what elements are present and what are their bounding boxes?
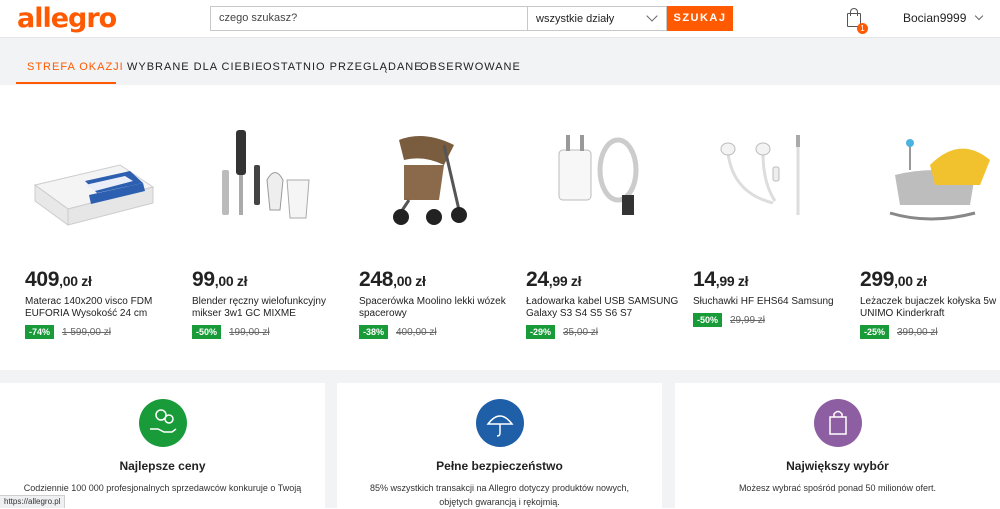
feature-description: 85% wszystkich transakcji na Allegro dot… bbox=[369, 483, 630, 507]
product-image-mattress bbox=[33, 164, 155, 226]
search-button[interactable]: SZUKAJ bbox=[667, 6, 733, 31]
product-price: 299,00 zł bbox=[860, 268, 927, 291]
old-price: 35,00 zł bbox=[563, 327, 599, 338]
discount-badge: -25% bbox=[860, 325, 890, 339]
product-card[interactable]: 299,00 zł Leżaczek bujaczek kołyska 5w U… bbox=[860, 85, 1000, 370]
chevron-down-icon bbox=[646, 10, 658, 22]
feature-title: Pełne bezpieczeństwo bbox=[436, 459, 563, 473]
product-card[interactable]: 248,00 zł Spacerówka Moolino lekki wózek… bbox=[359, 85, 519, 370]
chevron-down-icon bbox=[975, 11, 984, 21]
feature-card: Pełne bezpieczeństwo 85% wszystkich tran… bbox=[337, 383, 662, 508]
product-image-earphones bbox=[720, 135, 800, 215]
product-price: 409,00 zł bbox=[25, 268, 92, 291]
discount-badge: -50% bbox=[693, 313, 723, 327]
product-card[interactable]: 24,99 zł Ładowarka kabel USB SAMSUNG Gal… bbox=[526, 85, 686, 370]
product-image-charger bbox=[558, 135, 639, 215]
allegro-logo[interactable]: allegro bbox=[17, 3, 117, 34]
user-menu[interactable]: Bocian9999 bbox=[903, 11, 984, 25]
feature-description: Codziennie 100 000 profesjonalnych sprze… bbox=[23, 483, 302, 493]
product-image-stroller bbox=[393, 136, 467, 225]
product-name[interactable]: Spacerówka Moolino lekki wózek spacerowy bbox=[359, 296, 514, 320]
features-section: Najlepsze ceny Codziennie 100 000 profes… bbox=[0, 383, 1000, 508]
discount-badge: -74% bbox=[25, 325, 55, 339]
product-card[interactable]: 409,00 zł Materac 140x200 visco FDM EUFO… bbox=[25, 85, 185, 370]
department-select[interactable]: wszystkie działy bbox=[527, 6, 667, 31]
product-price: 248,00 zł bbox=[359, 268, 426, 291]
old-price: 1 599,00 zł bbox=[62, 327, 111, 338]
product-name[interactable]: Ładowarka kabel USB SAMSUNG Galaxy S3 S4… bbox=[526, 296, 681, 320]
products-carousel: 409,00 zł Materac 140x200 visco FDM EUFO… bbox=[0, 85, 1000, 370]
tab-obserwowane[interactable]: OBSERWOWANE bbox=[420, 61, 521, 73]
tabs-bar: STREFA OKAZJI WYBRANE DLA CIEBIE OSTATNI… bbox=[0, 38, 1000, 85]
active-tab-underline bbox=[16, 82, 116, 84]
feature-card: Największy wybór Możesz wybrać spośród p… bbox=[675, 383, 1000, 508]
product-image-bouncer bbox=[889, 139, 990, 221]
discount-badge: -50% bbox=[192, 325, 222, 339]
old-price: 400,00 zł bbox=[396, 327, 437, 338]
umbrella-icon bbox=[475, 399, 524, 447]
feature-description: Możesz wybrać spośród ponad 50 milionów … bbox=[738, 483, 937, 493]
feature-title: Najlepsze ceny bbox=[119, 459, 206, 473]
shopping-bag-icon bbox=[813, 399, 862, 447]
product-price: 14,99 zł bbox=[693, 268, 749, 291]
product-name[interactable]: Leżaczek bujaczek kołyska 5w UNIMO Kinde… bbox=[860, 296, 1000, 320]
section-divider bbox=[0, 370, 1000, 383]
tab-strefa-okazji[interactable]: STREFA OKAZJI bbox=[27, 61, 124, 73]
feature-card: Najlepsze ceny Codziennie 100 000 profes… bbox=[0, 383, 325, 508]
tab-ostatnio-przegladane[interactable]: OSTATNIO PRZEGLĄDANE bbox=[263, 61, 423, 73]
product-name[interactable]: Blender ręczny wielofunkcyjny mikser 3w1… bbox=[192, 296, 347, 320]
product-card[interactable]: 14,99 zł Słuchawki HF EHS64 Samsung -50%… bbox=[693, 85, 853, 370]
feature-title: Największy wybór bbox=[786, 459, 889, 473]
product-price: 99,00 zł bbox=[192, 268, 248, 291]
cart-count-badge: 1 bbox=[857, 23, 868, 34]
username: Bocian9999 bbox=[903, 11, 967, 25]
department-select-value: wszystkie działy bbox=[536, 13, 615, 25]
discount-badge: -29% bbox=[526, 325, 556, 339]
old-price: 29,99 zł bbox=[730, 315, 766, 326]
product-name[interactable]: Materac 140x200 visco FDM EUFORIA Wysoko… bbox=[25, 296, 180, 320]
search-input[interactable]: czego szukasz? bbox=[210, 6, 528, 31]
browser-status-bar: https://allegro.pl bbox=[0, 495, 66, 508]
tab-wybrane-dla-ciebie[interactable]: WYBRANE DLA CIEBIE bbox=[127, 61, 264, 73]
old-price: 399,00 zł bbox=[897, 327, 938, 338]
coins-hand-icon bbox=[138, 399, 187, 447]
product-price: 24,99 zł bbox=[526, 268, 582, 291]
product-image-blender bbox=[222, 130, 310, 219]
product-name[interactable]: Słuchawki HF EHS64 Samsung bbox=[693, 296, 848, 308]
old-price: 199,00 zł bbox=[229, 327, 270, 338]
discount-badge: -38% bbox=[359, 325, 389, 339]
product-card[interactable]: 99,00 zł Blender ręczny wielofunkcyjny m… bbox=[192, 85, 352, 370]
top-header: allegro czego szukasz? wszystkie działy … bbox=[0, 0, 1000, 38]
